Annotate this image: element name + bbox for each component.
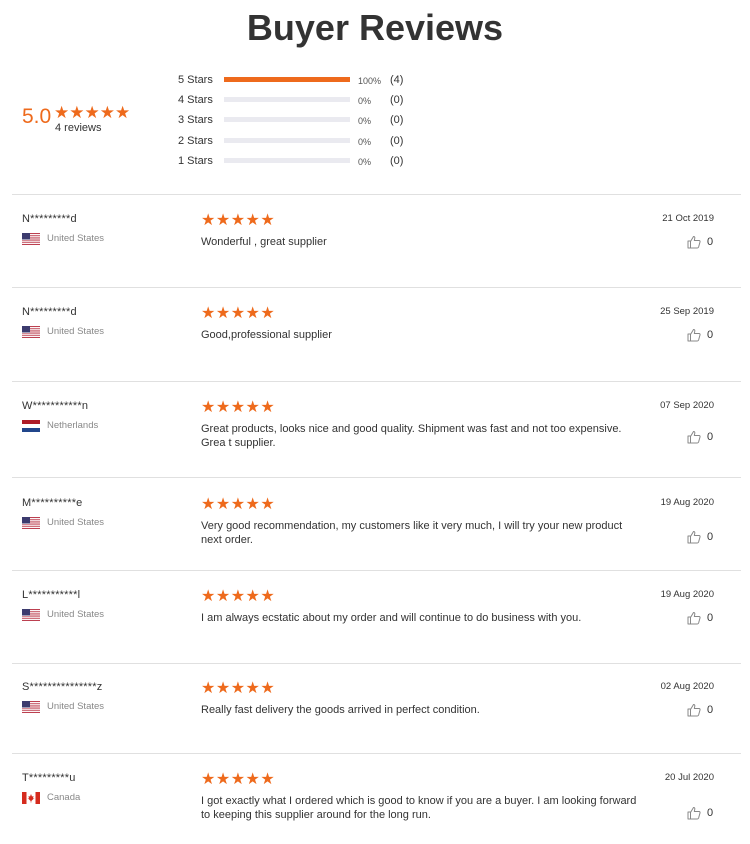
rating-stars-icon: ★★★★★ [201,399,276,416]
reviewer-name: S***************z [22,681,103,693]
country-name: United States [47,701,105,712]
reviewer-name: M**********e [22,497,83,509]
us-flag-icon [22,701,40,713]
divider [12,287,741,288]
nl-flag-icon [22,420,40,432]
like-count: 0 [707,612,714,624]
reviewer-name: L***********l [22,589,81,601]
review-date: 02 Aug 2020 [660,681,714,692]
histogram-bar-track [224,138,350,143]
divider [12,194,741,195]
reviewer-name: T*********u [22,772,76,784]
histogram-percent: 100% [358,76,382,86]
like-count: 0 [707,531,714,543]
like-count: 0 [707,329,714,341]
rating-stars-icon: ★★★★★ [201,588,276,605]
thumbs-up-icon[interactable] [687,611,701,625]
review-text: I am always ecstatic about my order and … [201,612,582,624]
country-name: Netherlands [47,420,99,431]
histogram-count: (0) [390,94,404,106]
rating-stars-icon: ★★★★★ [201,305,276,322]
rating-stars-icon: ★★★★★ [201,680,276,697]
review-date: 19 Aug 2020 [660,497,714,508]
thumbs-up-icon[interactable] [687,328,701,342]
average-stars-icon: ★★★★★ [54,103,131,122]
like-count: 0 [707,236,714,248]
histogram-bar-track [224,77,350,82]
histogram-bar-fill [224,77,350,82]
histogram-percent: 0% [358,137,372,147]
histogram-label: 2 Stars [178,135,213,147]
review-count: 4 reviews [55,122,102,134]
histogram-bar-track [224,158,350,163]
like-count: 0 [707,431,714,443]
thumbs-up-icon[interactable] [687,430,701,444]
histogram-percent: 0% [358,116,372,126]
thumbs-up-icon[interactable] [687,806,701,820]
reviewer-name: W***********n [22,400,89,412]
divider [12,753,741,754]
rating-stars-icon: ★★★★★ [201,771,276,788]
page-title: Buyer Reviews [246,7,504,48]
us-flag-icon [22,517,40,529]
divider [12,663,741,664]
review-text: Wonderful , great supplier [201,236,327,248]
histogram-count: (0) [390,155,404,167]
country-name: United States [47,609,105,620]
histogram-bar-track [224,97,350,102]
reviewer-name: N*********d [22,213,77,225]
review-text: I got exactly what I ordered which is go… [201,795,637,821]
average-rating: 5.0 [22,105,52,128]
review-date: 19 Aug 2020 [660,589,714,600]
like-count: 0 [707,704,714,716]
histogram-label: 3 Stars [178,114,213,126]
histogram-bar-track [224,117,350,122]
review-date: 21 Oct 2019 [662,213,714,224]
country-name: Canada [47,792,81,803]
review-text: Very good recommendation, my customers l… [201,520,623,546]
divider [12,477,741,478]
rating-stars-icon: ★★★★★ [201,212,276,229]
histogram-percent: 0% [358,96,372,106]
histogram-count: (0) [390,114,404,126]
rating-summary: 5.0 ★★★★★ 4 reviews 5 Stars 100% (4) 4 Star… [0,62,750,182]
us-flag-icon [22,326,40,338]
histogram-label: 1 Stars [178,155,213,167]
review-text: Great products, looks nice and good qual… [201,423,622,449]
like-count: 0 [707,807,714,819]
country-name: United States [47,517,105,528]
ca-flag-icon [22,792,40,804]
histogram-count: (4) [390,74,404,86]
rating-stars-icon: ★★★★★ [201,496,276,513]
us-flag-icon [22,233,40,245]
histogram-percent: 0% [358,157,372,167]
country-name: United States [47,326,105,337]
thumbs-up-icon[interactable] [687,703,701,717]
thumbs-up-icon[interactable] [687,530,701,544]
review-text: Good,professional supplier [201,329,332,341]
review-date: 07 Sep 2020 [660,400,714,411]
review-text: Really fast delivery the goods arrived i… [201,704,480,716]
us-flag-icon [22,609,40,621]
divider [12,570,741,571]
reviewer-name: N*********d [22,306,77,318]
divider [12,381,741,382]
country-name: United States [47,233,105,244]
review-date: 20 Jul 2020 [664,772,714,783]
histogram-label: 4 Stars [178,94,213,106]
review-date: 25 Sep 2019 [660,306,714,317]
histogram-count: (0) [390,135,404,147]
thumbs-up-icon[interactable] [687,235,701,249]
histogram-label: 5 Stars [178,74,213,86]
